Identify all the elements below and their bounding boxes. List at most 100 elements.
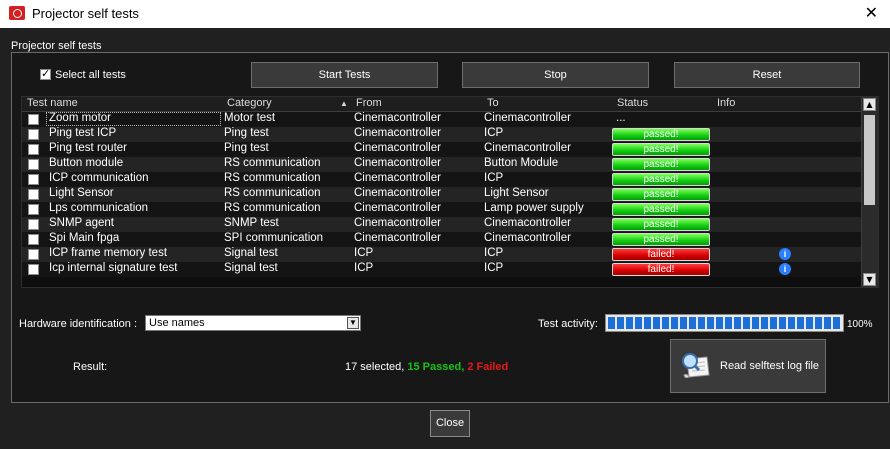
read-selftest-log-label: Read selftest log file: [720, 360, 820, 372]
cell-from: Cinemacontroller: [354, 232, 441, 244]
row-checkbox[interactable]: [28, 159, 39, 170]
select-all-label[interactable]: Select all tests: [55, 69, 126, 83]
select-all-checkbox[interactable]: [40, 67, 51, 80]
reset-button[interactable]: Reset: [674, 62, 860, 88]
cell-name: Zoom motor: [49, 112, 111, 124]
cell-to: Light Sensor: [484, 187, 549, 199]
table-row[interactable]: Zoom motor Motor test Cinemacontroller Cine…: [22, 112, 862, 127]
start-tests-button[interactable]: Start Tests: [251, 62, 438, 88]
close-button[interactable]: Close: [430, 410, 470, 437]
table-row[interactable]: Spi Main fpga SPI communication Cinemacont…: [22, 232, 862, 247]
row-checkbox[interactable]: [28, 234, 39, 245]
cell-to: ICP: [484, 172, 504, 184]
table-row[interactable]: Icp internal signature test Signal test IC…: [22, 262, 862, 277]
row-checkbox[interactable]: [28, 204, 39, 215]
sort-ascending-icon: ▲: [340, 99, 348, 108]
row-checkbox[interactable]: [28, 144, 39, 155]
cell-category: SNMP test: [224, 217, 279, 229]
cell-from: Cinemacontroller: [354, 187, 441, 199]
status-badge: passed!: [612, 188, 710, 201]
info-icon[interactable]: i: [779, 263, 791, 275]
cell-from: Cinemacontroller: [354, 217, 441, 229]
status-badge: failed!: [612, 263, 710, 276]
cell-to: ICP: [484, 247, 504, 259]
header-from[interactable]: From: [356, 97, 382, 109]
row-checkbox[interactable]: [28, 129, 39, 140]
cell-from: Cinemacontroller: [354, 172, 441, 184]
cell-to: Cinemacontroller: [484, 142, 571, 154]
cell-category: RS communication: [224, 157, 321, 169]
hardware-identification-label: Hardware identification :: [19, 318, 138, 330]
magnifier-scroll-icon: [682, 353, 710, 379]
test-activity-progress: [605, 314, 844, 332]
table-row[interactable]: Button module RS communication Cinemacontr…: [22, 157, 862, 172]
cell-category: Signal test: [224, 247, 278, 259]
cell-from: Cinemacontroller: [354, 202, 441, 214]
progress-percent: 100%: [847, 319, 873, 330]
header-status[interactable]: Status: [617, 97, 648, 109]
cell-category: RS communication: [224, 187, 321, 199]
table-row[interactable]: Ping test router Ping test Cinemacontrolle…: [22, 142, 862, 157]
cell-to: ICP: [484, 262, 504, 274]
cell-from: Cinemacontroller: [354, 157, 441, 169]
table-row[interactable]: SNMP agent SNMP test Cinemacontroller Cinem…: [22, 217, 862, 232]
cell-name: Light Sensor: [49, 187, 114, 199]
cell-category: Ping test: [224, 142, 269, 154]
table-row[interactable]: Lps communication RS communication Cinemac…: [22, 202, 862, 217]
result-selected: 17 selected,: [345, 361, 408, 373]
status-badge: passed!: [612, 203, 710, 216]
cell-name: Spi Main fpga: [49, 232, 120, 244]
result-passed: 15 Passed,: [407, 361, 468, 373]
row-checkbox[interactable]: [28, 174, 39, 185]
cell-from: Cinemacontroller: [354, 142, 441, 154]
status-badge: passed!: [612, 233, 710, 246]
test-activity-label: Test activity:: [538, 318, 598, 330]
result-label: Result:: [73, 361, 108, 373]
row-checkbox[interactable]: [28, 249, 39, 260]
row-checkbox[interactable]: [28, 219, 39, 230]
info-icon[interactable]: i: [779, 248, 791, 260]
scroll-thumb[interactable]: [864, 115, 875, 205]
cell-to: Lamp power supply: [484, 202, 584, 214]
tests-table: Test name Category ▲ From To Status Info…: [21, 96, 879, 288]
cell-name: Ping test router: [49, 142, 127, 154]
row-checkbox[interactable]: [28, 264, 39, 275]
cell-to: Cinemacontroller: [484, 232, 571, 244]
status-badge: passed!: [612, 143, 710, 156]
vertical-scrollbar[interactable]: ▲ ▼: [861, 97, 878, 287]
header-test-name[interactable]: Test name: [27, 97, 78, 109]
table-row[interactable]: ICP communication RS communication Cinemac…: [22, 172, 862, 187]
cell-to: Cinemacontroller: [484, 217, 571, 229]
scroll-down-icon[interactable]: ▼: [863, 273, 876, 286]
window-close-button[interactable]: ✕: [865, 3, 878, 22]
cell-category: Ping test: [224, 127, 269, 139]
cell-category: SPI communication: [224, 232, 324, 244]
table-row[interactable]: Ping test ICP Ping test Cinemacontroller IC…: [22, 127, 862, 142]
cell-name: Ping test ICP: [49, 127, 117, 139]
table-row[interactable]: Light Sensor RS communication Cinemacontro…: [22, 187, 862, 202]
status-badge: passed!: [612, 158, 710, 171]
group-label: Projector self tests: [11, 40, 102, 52]
row-checkbox[interactable]: [28, 114, 39, 125]
cell-category: Signal test: [224, 262, 278, 274]
cell-category: Motor test: [224, 112, 276, 124]
stop-button[interactable]: Stop: [462, 62, 649, 88]
cell-from: ICP: [354, 247, 374, 259]
header-category[interactable]: Category: [227, 97, 272, 109]
read-selftest-log-button[interactable]: Read selftest log file: [670, 339, 826, 393]
status-badge: passed!: [612, 173, 710, 186]
title-bar: Projector self tests ✕: [0, 0, 890, 28]
status-badge: ...: [616, 112, 626, 124]
cell-name: ICP frame memory test: [49, 247, 168, 259]
cell-from: Cinemacontroller: [354, 127, 441, 139]
chevron-down-icon[interactable]: ▼: [347, 317, 359, 329]
scroll-up-icon[interactable]: ▲: [863, 98, 876, 111]
table-row[interactable]: ICP frame memory test Signal test ICP ICP fa…: [22, 247, 862, 262]
hardware-identification-select[interactable]: Use names ▼: [145, 315, 361, 331]
header-to[interactable]: To: [487, 97, 499, 109]
cell-category: RS communication: [224, 172, 321, 184]
header-info[interactable]: Info: [717, 97, 735, 109]
cell-name: Lps communication: [49, 202, 149, 214]
cell-name: Icp internal signature test: [49, 262, 178, 274]
row-checkbox[interactable]: [28, 189, 39, 200]
